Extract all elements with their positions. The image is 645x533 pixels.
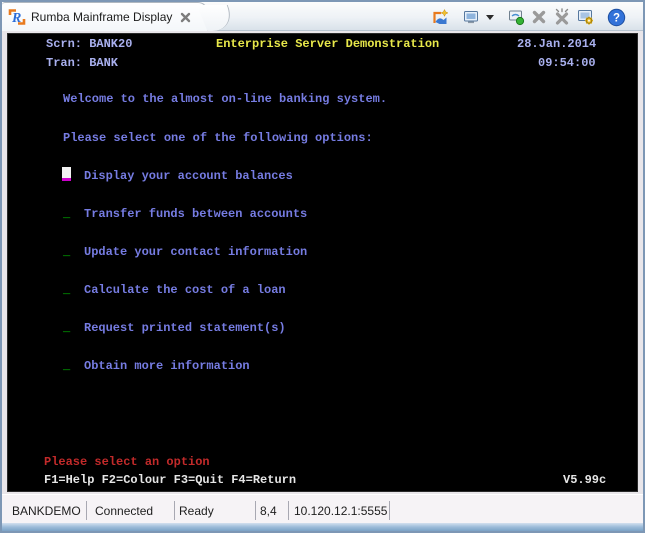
display-icon [462, 8, 480, 26]
display-dropdown-button[interactable] [483, 6, 496, 28]
option-input-field-2[interactable]: _ [63, 208, 70, 221]
display-button[interactable] [460, 6, 482, 28]
prompt-text: Please select one of the following optio… [63, 131, 373, 145]
ready-status: Ready [179, 504, 214, 518]
terminal-screen[interactable]: Scrn: BANK20 Enterprise Server Demonstra… [7, 33, 638, 492]
scrn-field: Scrn: BANK20 [46, 37, 133, 51]
statusbar-separator [86, 501, 87, 520]
option-label-2: Transfer funds between accounts [84, 207, 308, 221]
help-icon: ? [607, 8, 626, 27]
tab-rumba-mainframe-display[interactable]: R Rumba Mainframe Display [2, 2, 208, 31]
date-field: 28.Jan.2014 [517, 37, 597, 51]
display-settings-icon [576, 8, 595, 27]
option-label-5: Request printed statement(s) [84, 321, 286, 335]
statusbar-separator [255, 501, 256, 520]
option-input-field-3[interactable]: _ [63, 246, 70, 259]
disconnect-button[interactable] [528, 6, 550, 28]
tab-bar: R Rumba Mainframe Display ? [2, 2, 643, 31]
terminal-cursor[interactable] [62, 167, 71, 181]
time-field: 09:54:00 [538, 56, 596, 70]
option-label-6: Obtain more information [84, 359, 250, 373]
option-label-4: Calculate the cost of a loan [84, 283, 286, 297]
tran-field: Tran: BANK [46, 56, 119, 70]
host-address: 10.120.12.1:5555 [294, 504, 388, 518]
option-input-field-4[interactable]: _ [63, 284, 70, 297]
statusbar-separator [288, 501, 289, 520]
status-message: Please select an option [44, 455, 210, 469]
welcome-text: Welcome to the almost on-line banking sy… [63, 92, 388, 106]
function-keys: F1=Help F2=Colour F3=Quit F4=Return [44, 473, 297, 487]
disconnect-all-button[interactable] [551, 6, 573, 28]
screen-title: Enterprise Server Demonstration [216, 37, 440, 51]
option-label-1: Display your account balances [84, 169, 293, 183]
help-button[interactable]: ? [605, 6, 627, 28]
new-display-button[interactable] [429, 6, 451, 28]
session-name: BANKDEMO [12, 504, 81, 518]
status-bar: BANKDEMO Connected Ready 8,4 10.120.12.1… [2, 494, 643, 524]
new-display-icon [431, 8, 450, 27]
display-settings-button[interactable] [574, 6, 596, 28]
chevron-down-icon [485, 14, 494, 20]
window-bottom-border [2, 523, 643, 531]
disconnect-icon [530, 8, 548, 26]
option-input-field-6[interactable]: _ [63, 360, 70, 373]
statusbar-separator [389, 501, 390, 520]
rumba-logo-icon: R [8, 8, 26, 26]
option-label-3: Update your contact information [84, 245, 308, 259]
version-text: V5.99c [563, 473, 607, 487]
connect-button[interactable] [505, 6, 527, 28]
connect-icon [507, 8, 525, 26]
option-input-field-5[interactable]: _ [63, 322, 70, 335]
cursor-position: 8,4 [260, 504, 277, 518]
statusbar-separator [174, 501, 175, 520]
toolbar: ? [429, 5, 627, 29]
svg-text:?: ? [612, 12, 619, 24]
connection-status: Connected [95, 504, 154, 518]
disconnect-all-icon [553, 8, 571, 26]
tab-title: Rumba Mainframe Display [31, 10, 173, 24]
svg-text:R: R [11, 11, 21, 26]
rumba-window: R Rumba Mainframe Display ? Scrn: BANK20… [0, 0, 645, 533]
tab-close-icon[interactable] [178, 10, 192, 24]
